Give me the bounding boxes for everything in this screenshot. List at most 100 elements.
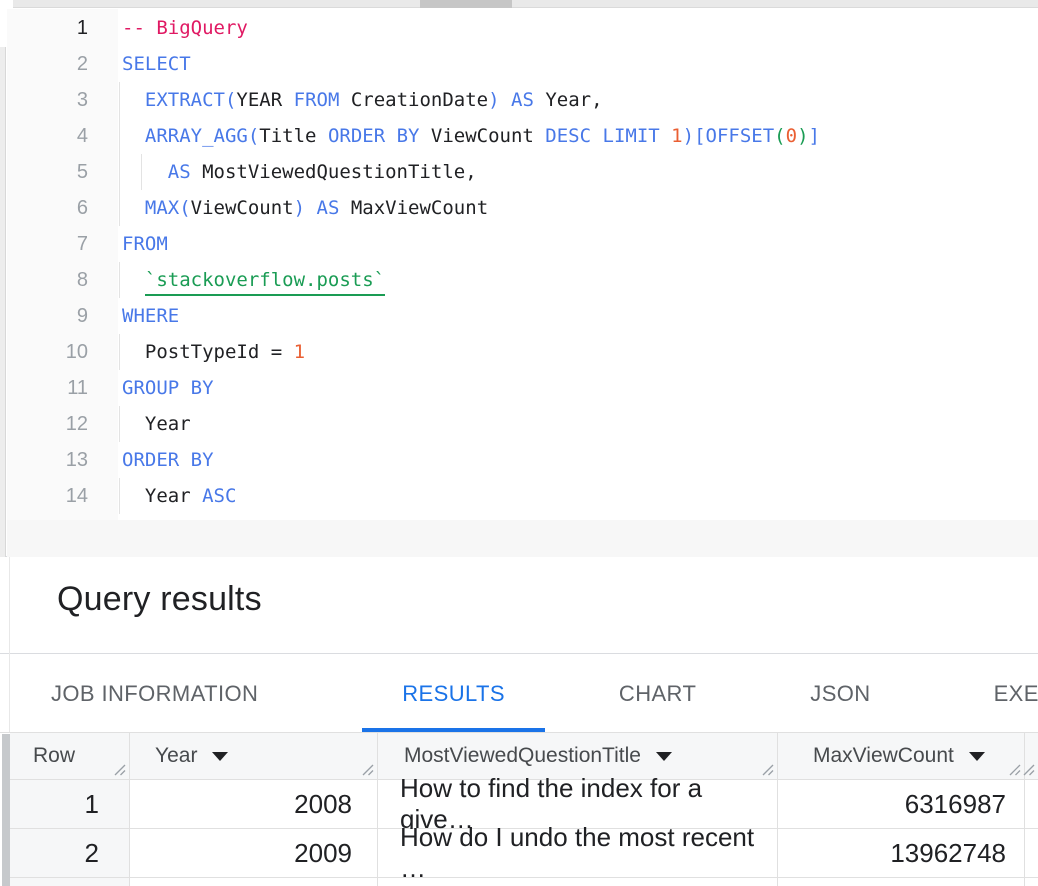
indent-guide	[119, 262, 120, 298]
sort-arrow-icon[interactable]	[212, 752, 228, 761]
tab-execution-details[interactable]: EXECUTION DETAILS	[968, 655, 1038, 732]
column-header-row[interactable]: Row	[10, 733, 130, 779]
code-line-content: -- BigQuery	[118, 10, 1038, 46]
code-token	[305, 197, 316, 219]
code-token: [	[694, 125, 705, 147]
code-line-content: EXTRACT(YEAR FROM CreationDate) AS Year,	[118, 82, 1038, 118]
code-token: (	[179, 197, 190, 219]
results-table-body: 12008How to find the index for a give…63…	[0, 780, 1038, 886]
code-token: (	[225, 89, 236, 111]
code-token	[660, 125, 671, 147]
code-token: )	[294, 197, 305, 219]
top-scrollbar-track[interactable]	[0, 0, 1038, 8]
code-token: PostTypeId =	[122, 341, 294, 363]
table-row	[10, 878, 1038, 886]
line-number: 11	[7, 370, 88, 406]
code-line: 9WHERE	[7, 298, 1038, 334]
code-token	[122, 161, 168, 183]
column-header-mostviewedquestiontitle[interactable]: MostViewedQuestionTitle	[378, 733, 778, 779]
code-line: 6 MAX(ViewCount) AS MaxViewCount	[7, 190, 1038, 226]
line-number: 12	[7, 406, 88, 442]
table-cell-filler	[1025, 829, 1038, 877]
sort-arrow-icon[interactable]	[969, 752, 985, 761]
sql-query-editor[interactable]: 1 -- BigQuery 2 SELECT3 EXTRACT(YEAR FROM C…	[0, 9, 1038, 557]
table-cell: How do I undo the most recent …	[378, 829, 778, 877]
code-token: DESC	[545, 125, 591, 147]
code-token: AS	[511, 89, 534, 111]
code-token: EXTRACT	[145, 89, 225, 111]
code-token: (	[774, 125, 785, 147]
column-header-extra[interactable]	[1025, 733, 1038, 779]
line-number: 9	[7, 298, 88, 334]
column-resize-icon[interactable]	[760, 762, 775, 777]
line-number: 14	[7, 478, 88, 514]
code-token: MostViewedQuestionTitle,	[191, 161, 477, 183]
column-resize-icon[interactable]	[1021, 762, 1036, 777]
code-token: (	[248, 125, 259, 147]
tab-job-information[interactable]: JOB INFORMATION	[25, 655, 284, 732]
table-cell: 6316987	[778, 780, 1025, 828]
code-line-content: MAX(ViewCount) AS MaxViewCount	[118, 190, 1038, 226]
column-resize-icon[interactable]	[360, 762, 375, 777]
tab-results[interactable]: RESULTS	[362, 655, 545, 732]
table-cell: 2009	[130, 829, 378, 877]
results-left-scrollbar[interactable]	[2, 734, 10, 886]
indent-guide	[119, 334, 120, 370]
tab-label: CHART	[619, 681, 696, 707]
code-line-content: Year ASC	[118, 478, 1038, 514]
code-token: ORDER BY	[122, 449, 214, 471]
code-line-content: AS MostViewedQuestionTitle,	[118, 154, 1038, 190]
table-cell: 1	[10, 780, 130, 828]
editor-empty-area	[7, 520, 1038, 557]
table-cell-filler	[1025, 780, 1038, 828]
code-lines: 1 -- BigQuery 2 SELECT3 EXTRACT(YEAR FROM C…	[7, 10, 1038, 514]
line-number: 2	[7, 46, 88, 82]
indent-guide	[119, 406, 120, 442]
column-label: Year	[155, 744, 197, 768]
table-cell	[778, 878, 1025, 886]
table-cell-filler	[1025, 878, 1038, 886]
code-line-content: SELECT	[118, 46, 1038, 82]
code-token: YEAR	[236, 89, 282, 111]
sort-arrow-icon[interactable]	[656, 752, 672, 761]
code-line-content: ORDER BY	[118, 442, 1038, 478]
code-token: MaxViewCount	[339, 197, 488, 219]
tab-label: JSON	[810, 681, 870, 707]
column-label: Row	[33, 744, 75, 768]
query-results-title: Query results	[57, 580, 262, 619]
column-header-year[interactable]: Year	[130, 733, 378, 779]
query-results-header: Query results	[0, 558, 1038, 654]
code-line-content: PostTypeId = 1	[118, 334, 1038, 370]
code-line-content: GROUP BY	[118, 370, 1038, 406]
column-resize-icon[interactable]	[1007, 762, 1022, 777]
code-token: Year,	[534, 89, 603, 111]
code-token: LIMIT	[603, 125, 660, 147]
code-line: 8 `stackoverflow.posts`	[7, 262, 1038, 298]
column-header-maxviewcount[interactable]: MaxViewCount	[778, 733, 1025, 779]
code-line: 5 AS MostViewedQuestionTitle,	[7, 154, 1038, 190]
indent-guide	[141, 154, 142, 190]
code-line: 3 EXTRACT(YEAR FROM CreationDate) AS Yea…	[7, 82, 1038, 118]
table-cell: How to find the index for a give…	[378, 780, 778, 828]
code-token: )	[797, 125, 808, 147]
code-line: 11 GROUP BY	[7, 370, 1038, 406]
code-line: 4 ARRAY_AGG(Title ORDER BY ViewCount DES…	[7, 118, 1038, 154]
line-number: 1	[7, 10, 88, 46]
code-token: ORDER BY	[328, 125, 420, 147]
top-scrollbar-thumb[interactable]	[420, 0, 512, 8]
code-token: ViewCount	[191, 197, 294, 219]
tab-json[interactable]: JSON	[784, 655, 896, 732]
code-token: Year	[122, 413, 191, 435]
tab-chart[interactable]: CHART	[593, 655, 722, 732]
line-number: 8	[7, 262, 88, 298]
code-token	[500, 89, 511, 111]
code-token: Year	[122, 485, 202, 507]
indent-guide	[119, 478, 120, 514]
line-number: 10	[7, 334, 88, 370]
code-token	[122, 197, 145, 219]
line-number: 5	[7, 154, 88, 190]
code-line: 14 Year ASC	[7, 478, 1038, 514]
code-token: Title	[259, 125, 328, 147]
column-resize-icon[interactable]	[112, 762, 127, 777]
code-line: 2 SELECT	[7, 46, 1038, 82]
